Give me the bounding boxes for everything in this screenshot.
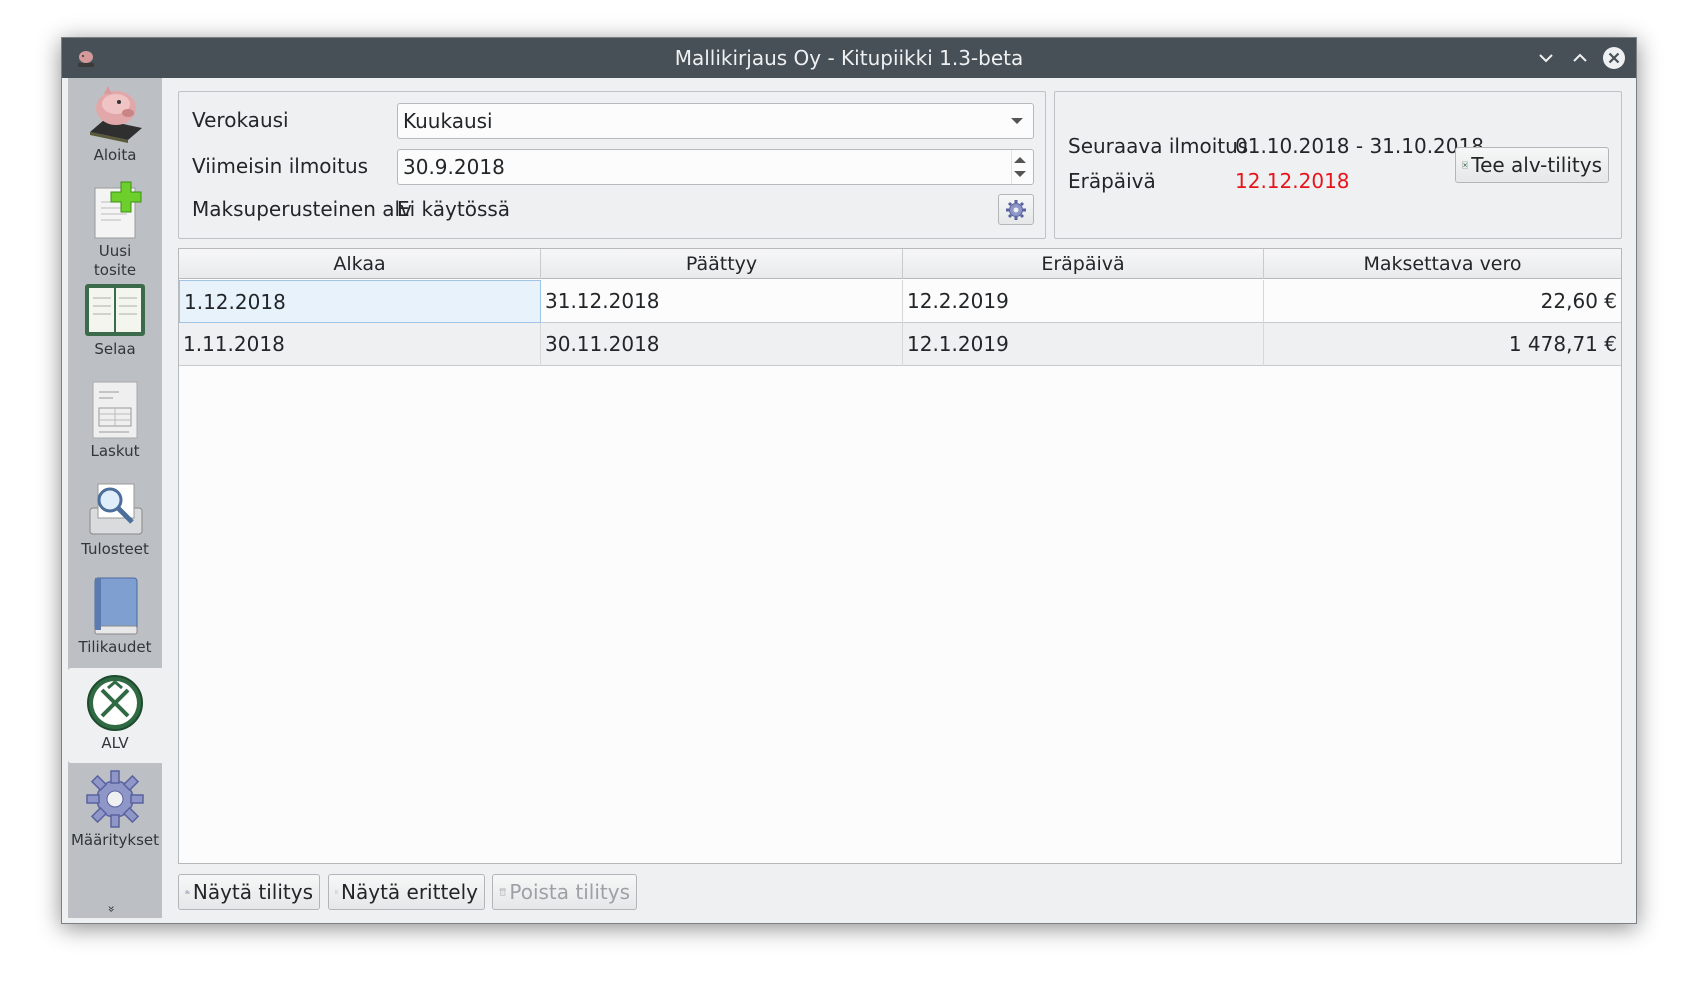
sidebar-item-alv[interactable]: ALV: [68, 668, 162, 763]
column-header-alkaa[interactable]: Alkaa: [179, 249, 541, 279]
verokausi-label: Verokausi: [192, 108, 289, 132]
maksuperusteinen-alv-label: Maksuperusteinen alv: [192, 197, 412, 221]
minimize-icon[interactable]: [1533, 45, 1559, 71]
table-cell[interactable]: 1.12.2018: [179, 280, 541, 323]
new-document-icon: [94, 181, 142, 239]
sidebar-more-chevron-icon[interactable]: »: [105, 905, 119, 912]
sidebar-item-label: Määritykset: [70, 831, 160, 849]
sidebar-item-label: Laskut: [90, 442, 140, 460]
sidebar-item-aloita[interactable]: Aloita: [68, 78, 162, 174]
sidebar-item-label: Uusi tosite: [93, 242, 137, 279]
table-header: Alkaa Päättyy Eräpäivä Maksettava vero: [179, 249, 1621, 279]
sidebar-item-tulosteet[interactable]: Tulosteet: [68, 472, 162, 570]
nayta-erittely-label: Näytä erittely: [341, 880, 478, 904]
vat-reports-table: Alkaa Päättyy Eräpäivä Maksettava vero 1…: [178, 248, 1622, 864]
verokausi-select[interactable]: Kuukausi: [397, 103, 1034, 139]
verokausi-label-text: Verokausi: [192, 108, 289, 132]
sidebar-item-tilikaudet[interactable]: Tilikaudet: [68, 570, 162, 668]
poista-tilitys-button[interactable]: Poista tilitys: [492, 874, 637, 910]
erapaiva-label: Eräpäivä: [1068, 169, 1156, 193]
sidebar-item-label: Tulosteet: [81, 540, 149, 558]
invoice-icon: [92, 381, 138, 439]
sidebar-item-label: Tilikaudet: [78, 638, 152, 656]
tax-report-icon: [1462, 161, 1469, 169]
spin-up-icon[interactable]: [1014, 157, 1026, 163]
tee-alv-tilitys-label: Tee alv-tilitys: [1471, 153, 1602, 177]
next-report-panel: Seuraava ilmoitus 01.10.2018 - 31.10.201…: [1054, 91, 1622, 239]
maximize-icon[interactable]: [1567, 45, 1593, 71]
sidebar-item-label: Aloita: [93, 146, 137, 164]
viimeisin-ilmoitus-label: Viimeisin ilmoitus: [192, 154, 369, 178]
maksuperusteinen-alv-value: Ei käytössä: [397, 197, 511, 221]
table-cell[interactable]: 1.11.2018: [179, 323, 541, 366]
table-cell[interactable]: 31.12.2018: [541, 280, 903, 323]
title-bar[interactable]: Mallikirjaus Oy - Kitupiikki 1.3-beta: [62, 38, 1636, 78]
column-header-erapaiva[interactable]: Eräpäivä: [903, 249, 1264, 279]
seuraava-ilmoitus-label: Seuraava ilmoitus: [1068, 134, 1249, 158]
table-cell[interactable]: 30.11.2018: [541, 323, 903, 366]
document-icon: [335, 890, 338, 894]
spin-down-icon[interactable]: [1014, 171, 1026, 177]
book-icon: [94, 577, 138, 635]
settings-button[interactable]: [998, 194, 1034, 225]
seuraava-ilmoitus-value: 01.10.2018 - 31.10.2018: [1235, 134, 1484, 158]
sidebar-item-label: ALV: [101, 734, 129, 752]
table-cell[interactable]: 12.2.2019: [903, 280, 1264, 323]
viimeisin-ilmoitus-value: 30.9.2018: [403, 155, 505, 179]
sidebar-item-selaa[interactable]: Selaa: [68, 276, 162, 374]
print-preview-icon: [89, 483, 143, 535]
gear-icon: [86, 770, 144, 828]
verokausi-value: Kuukausi: [403, 109, 493, 133]
piggy-bank-icon: [90, 86, 142, 143]
spin-separator: [1011, 150, 1033, 184]
poista-tilitys-label: Poista tilitys: [509, 880, 630, 904]
tee-alv-tilitys-button[interactable]: Tee alv-tilitys: [1455, 147, 1609, 183]
app-window: Mallikirjaus Oy - Kitupiikki 1.3-beta Al…: [61, 37, 1637, 924]
nayta-tilitys-label: Näytä tilitys: [192, 880, 313, 904]
trash-icon: [499, 888, 506, 896]
viimeisin-ilmoitus-date-input[interactable]: 30.9.2018: [397, 149, 1034, 185]
sidebar-item-maaritykset[interactable]: Määritykset: [68, 763, 162, 861]
chevron-down-icon: [1011, 118, 1023, 124]
sidebar-item-label: Selaa: [94, 340, 136, 358]
tax-emblem-icon: [87, 675, 143, 731]
table-cell[interactable]: 1 478,71 €: [1264, 323, 1621, 366]
close-icon[interactable]: [1601, 45, 1627, 71]
vat-settings-panel: Verokausi Kuukausi Viimeisin ilmoitus 30…: [178, 91, 1046, 239]
sidebar-item-uusi-tosite[interactable]: Uusi tosite: [68, 174, 162, 279]
gear-icon: [1006, 199, 1026, 220]
nayta-erittely-button[interactable]: Näytä erittely: [328, 874, 485, 910]
sidebar: Aloita Uusi tosite Selaa Laskut Tulostee…: [68, 78, 162, 918]
table-row[interactable]: 1.12.2018 31.12.2018 12.2.2019 22,60 €: [179, 280, 1621, 323]
table-cell[interactable]: 12.1.2019: [903, 323, 1264, 366]
column-header-maksettava-vero[interactable]: Maksettava vero: [1264, 249, 1621, 279]
table-cell[interactable]: 22,60 €: [1264, 280, 1621, 323]
sidebar-item-laskut[interactable]: Laskut: [68, 374, 162, 472]
table-row[interactable]: 1.11.2018 30.11.2018 12.1.2019 1 478,71 …: [179, 323, 1621, 366]
ledger-book-icon: [85, 284, 145, 336]
column-header-paattyy[interactable]: Päättyy: [541, 249, 903, 279]
nayta-tilitys-button[interactable]: Näytä tilitys: [178, 874, 320, 910]
print-preview-icon: [185, 890, 190, 894]
erapaiva-value: 12.12.2018: [1235, 169, 1350, 193]
window-title: Mallikirjaus Oy - Kitupiikki 1.3-beta: [674, 46, 1024, 70]
